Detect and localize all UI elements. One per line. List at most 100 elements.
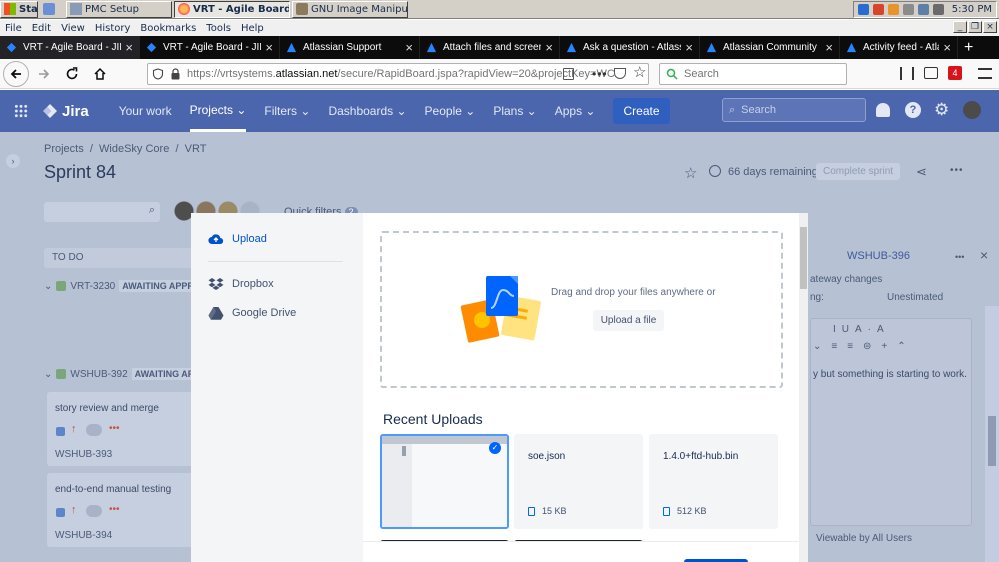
tray-volume-icon[interactable]	[932, 4, 944, 15]
comment-text: y but something is starting to work.	[813, 369, 967, 380]
start-button[interactable]: Start	[0, 0, 38, 18]
tray-orange-icon[interactable]	[887, 4, 899, 15]
taskbar-item-gimp[interactable]: GNU Image Manipulation ...	[292, 0, 408, 18]
hamburger-menu-icon[interactable]	[978, 68, 992, 79]
menu-tools[interactable]: Tools	[201, 23, 236, 34]
nav-dashboards[interactable]: Dashboards ⌄	[328, 90, 406, 132]
recent-file-card-soe-json[interactable]: soe.json 15 KB	[514, 434, 643, 529]
recent-file-card-hub-bin[interactable]: 1.4.0+ftd-hub.bin 512 KB	[649, 434, 778, 529]
nav-projects[interactable]: Projects ⌄	[189, 90, 247, 132]
file-size: 15 KB	[528, 506, 567, 516]
sidebar-toggle-icon[interactable]	[924, 67, 938, 79]
clock[interactable]: 5:30 PM	[952, 4, 992, 15]
sidebar-expand-button[interactable]: ›	[6, 154, 20, 168]
create-button[interactable]: Create	[613, 98, 670, 124]
help-icon[interactable]: ?	[905, 102, 921, 118]
cloud-upload-icon	[208, 234, 224, 245]
dialog-scrollbar-thumb[interactable]	[800, 227, 807, 289]
close-window-button[interactable]: ×	[983, 21, 997, 33]
taskbar-item-pmc[interactable]: PMC Setup	[66, 0, 172, 18]
swimlane-vrt-3230[interactable]: ⌄ VRT-3230 AWAITING APPRO	[44, 280, 204, 292]
tab-close-icon[interactable]: ×	[545, 40, 553, 55]
web-search-placeholder: Search	[684, 68, 719, 80]
page-actions-icon[interactable]: •••	[592, 67, 608, 81]
tab-close-icon[interactable]: ×	[825, 40, 833, 55]
menu-edit[interactable]: Edit	[27, 23, 56, 34]
more-icon[interactable]: •••	[109, 423, 120, 434]
menu-help[interactable]: Help	[236, 23, 269, 34]
detail-close-icon[interactable]: ×	[980, 247, 988, 263]
reload-button[interactable]	[59, 61, 85, 87]
avatar[interactable]	[963, 101, 981, 119]
menu-bookmarks[interactable]: Bookmarks	[135, 23, 201, 34]
comment-editor[interactable]: IUA·A ⌄≡≡⊜+⌃ y but something is starting…	[810, 318, 972, 526]
addon-badge-icon[interactable]: 4	[948, 66, 962, 80]
tab-atlassian-community[interactable]: Atlassian Community ×	[700, 36, 840, 59]
notifications-icon[interactable]	[876, 103, 890, 117]
nav-your-work[interactable]: Your work	[119, 90, 172, 132]
tab-vrt-board-2[interactable]: VRT - Agile Board - JIRA ×	[140, 36, 280, 59]
home-button[interactable]	[87, 61, 113, 87]
issue-card-wshub-394[interactable]: end-to-end manual testing ↑ ••• WSHUB-39…	[47, 473, 194, 547]
source-upload[interactable]: Upload	[208, 233, 267, 245]
nav-filters[interactable]: Filters ⌄	[264, 90, 310, 132]
breadcrumb-projects[interactable]: Projects	[44, 143, 84, 155]
url-domain: atlassian.net	[275, 68, 338, 80]
issue-card-wshub-393[interactable]: story review and merge ↑ ••• WSHUB-393	[47, 392, 194, 466]
tab-close-icon[interactable]: ×	[265, 40, 273, 55]
forward-button[interactable]	[31, 61, 57, 87]
jira-search-input[interactable]: ⌕ Search	[722, 98, 866, 122]
quicklaunch[interactable]	[40, 1, 64, 18]
nav-people[interactable]: People ⌄	[425, 90, 476, 132]
dialog-scrollbar[interactable]	[799, 213, 808, 562]
tray-network-icon[interactable]	[917, 4, 929, 15]
tray-red-icon[interactable]	[872, 4, 884, 15]
swimlane-wshub-392[interactable]: ⌄ WSHUB-392 AWAITING API	[44, 368, 200, 380]
source-dropbox[interactable]: Dropbox	[208, 277, 274, 291]
tray-blue-icon[interactable]	[857, 4, 869, 15]
tab-close-icon[interactable]: ×	[943, 40, 951, 55]
settings-gear-icon[interactable]: ⚙	[934, 100, 949, 120]
tab-close-icon[interactable]: ×	[685, 40, 693, 55]
menu-file[interactable]: File	[0, 23, 27, 34]
taskbar-item-firefox[interactable]: VRT - Agile Board - JI...	[174, 0, 290, 18]
page-scrollbar-thumb[interactable]	[988, 416, 996, 466]
new-tab-button[interactable]: +	[958, 36, 979, 59]
file-drop-zone[interactable]: Drag and drop your files anywhere or Upl…	[380, 231, 783, 388]
more-actions-icon[interactable]: •••	[950, 165, 964, 176]
nav-apps[interactable]: Apps ⌄	[555, 90, 596, 132]
restore-button[interactable]: ❐	[968, 21, 982, 33]
detail-issue-key[interactable]: WSHUB-396	[847, 250, 910, 262]
jira-logo-text[interactable]: Jira	[62, 103, 89, 120]
breadcrumb-vrt[interactable]: VRT	[185, 143, 207, 155]
tab-vrt-board-1[interactable]: VRT - Agile Board - JIRA ×	[0, 36, 140, 59]
minimize-button[interactable]: _	[953, 21, 967, 33]
reader-view-icon[interactable]	[563, 68, 574, 80]
nav-plans[interactable]: Plans ⌄	[493, 90, 536, 132]
detail-more-icon[interactable]: •••	[955, 252, 964, 262]
menu-history[interactable]: History	[90, 23, 136, 34]
breadcrumb-widesky[interactable]: WideSky Core	[99, 143, 169, 155]
star-icon[interactable]: ☆	[684, 164, 697, 182]
tab-close-icon[interactable]: ×	[125, 40, 133, 55]
tab-ask-question[interactable]: Ask a question - Atlassian C ×	[560, 36, 700, 59]
web-search-input[interactable]: Search	[659, 63, 847, 85]
tab-close-icon[interactable]: ×	[405, 40, 413, 55]
back-button[interactable]	[3, 60, 29, 87]
upload-file-button[interactable]: Upload a file	[593, 310, 664, 331]
bookmark-star-icon[interactable]: ☆	[633, 63, 646, 81]
library-icon[interactable]	[900, 67, 914, 80]
tray-gray-icon[interactable]	[902, 4, 914, 15]
app-switcher-icon[interactable]	[14, 104, 28, 118]
share-icon[interactable]: ⋖	[916, 164, 927, 180]
complete-sprint-button[interactable]: Complete sprint	[816, 163, 901, 180]
board-search-input[interactable]: ⌕	[44, 202, 160, 222]
tab-activity-feed[interactable]: Activity feed - Atlassian Co ×	[840, 36, 958, 59]
page-scrollbar[interactable]	[985, 306, 999, 562]
tab-attach-files[interactable]: Attach files and screenshots ×	[420, 36, 560, 59]
recent-file-card-screenshot[interactable]: ✓	[380, 434, 509, 529]
tab-atlassian-support[interactable]: Atlassian Support ×	[280, 36, 420, 59]
more-icon[interactable]: •••	[109, 504, 120, 515]
source-google-drive[interactable]: Google Drive	[208, 306, 296, 320]
menu-view[interactable]: View	[56, 23, 90, 34]
